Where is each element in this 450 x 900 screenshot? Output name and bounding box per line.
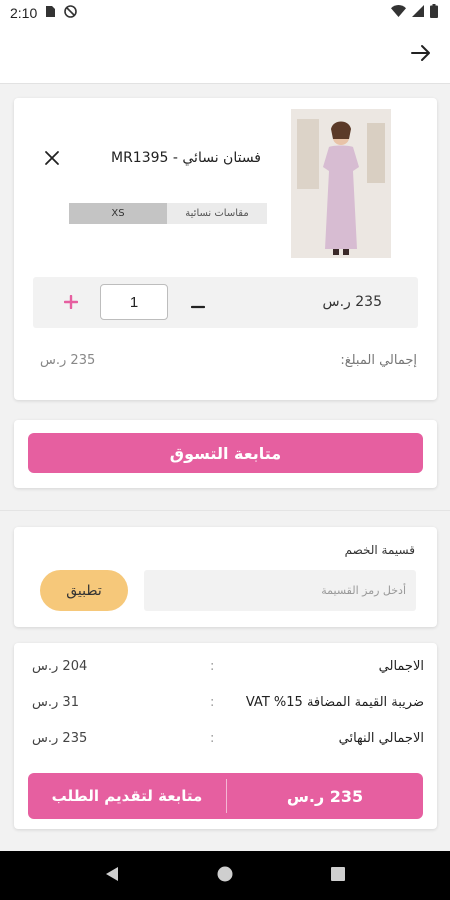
wifi-icon <box>391 5 406 21</box>
summary-colon: : <box>210 659 215 674</box>
system-nav-bar <box>0 851 450 900</box>
app-bar <box>0 26 450 84</box>
home-circle-icon <box>217 866 233 886</box>
signal-icon <box>412 5 424 21</box>
subtotal-label: إجمالي المبلغ: <box>340 353 417 368</box>
quantity-input[interactable]: 1 <box>100 284 168 320</box>
recents-square-icon <box>331 866 345 885</box>
nav-home-button[interactable] <box>217 866 233 886</box>
summary-value: 31 ر.س <box>32 695 79 710</box>
plus-icon <box>63 290 79 315</box>
summary-row-grand-total: الاجمالي النهائي : 235 ر.س <box>14 731 437 751</box>
size-value: XS <box>69 203 167 224</box>
size-label: مقاسات نسائية <box>167 203 267 224</box>
continue-shopping-card: متابعة التسوق <box>14 420 437 488</box>
status-bar: 2:10 <box>0 0 450 26</box>
product-name: فستان نسائي - MR1395 <box>110 150 261 166</box>
checkout-separator <box>226 779 227 813</box>
summary-colon: : <box>210 731 215 746</box>
minus-icon <box>190 290 206 315</box>
remove-item-button[interactable] <box>42 148 62 168</box>
summary-row-total: الاجمالي : 204 ر.س <box>14 659 437 679</box>
no-sync-icon <box>64 4 78 22</box>
order-summary-card: الاجمالي : 204 ر.س ضريبة القيمة المضافة … <box>14 643 437 829</box>
summary-colon: : <box>210 695 215 710</box>
nav-recents-button[interactable] <box>331 866 345 885</box>
decrease-quantity-button[interactable] <box>188 289 208 315</box>
summary-label: ضريبة القيمة المضافة 15% VAT <box>245 695 424 710</box>
summary-label: الاجمالي النهائي <box>338 731 424 746</box>
back-button[interactable] <box>406 40 436 70</box>
close-icon <box>42 151 62 172</box>
product-image[interactable] <box>291 109 391 258</box>
checkout-button[interactable]: 235 ر.س متابعة لتقديم الطلب <box>28 773 423 819</box>
cart-item-card: فستان نسائي - MR1395 XS مقاسات نسائية 1 … <box>14 98 437 400</box>
summary-value: 235 ر.س <box>32 731 88 746</box>
quantity-row: 1 235 ر.س <box>33 277 418 328</box>
status-left: 2:10 <box>10 4 78 22</box>
battery-icon <box>430 4 438 22</box>
divider <box>0 510 450 511</box>
checkout-total: 235 ر.س <box>286 786 364 806</box>
line-price: 235 ر.س <box>322 294 383 310</box>
status-right <box>391 4 438 22</box>
apply-coupon-button[interactable]: تطبيق <box>40 570 128 611</box>
nav-back-button[interactable] <box>105 866 119 886</box>
checkout-label: متابعة لتقديم الطلب <box>51 787 203 805</box>
increase-quantity-button[interactable] <box>61 289 81 315</box>
summary-value: 204 ر.س <box>32 659 88 674</box>
arrow-right-icon <box>411 44 431 66</box>
summary-row-vat: ضريبة القيمة المضافة 15% VAT : 31 ر.س <box>14 695 437 715</box>
status-time: 2:10 <box>10 5 38 21</box>
summary-label: الاجمالي <box>378 659 424 674</box>
sim-card-icon <box>45 5 56 22</box>
coupon-card: قسيمة الخصم أدخل رمز القسيمة تطبيق <box>14 527 437 627</box>
continue-shopping-button[interactable]: متابعة التسوق <box>28 433 423 473</box>
size-tag: XS مقاسات نسائية <box>69 203 267 224</box>
coupon-label: قسيمة الخصم <box>344 543 415 557</box>
subtotal-value: 235 ر.س <box>40 353 96 368</box>
back-triangle-icon <box>105 866 119 886</box>
coupon-input[interactable]: أدخل رمز القسيمة <box>144 570 416 611</box>
